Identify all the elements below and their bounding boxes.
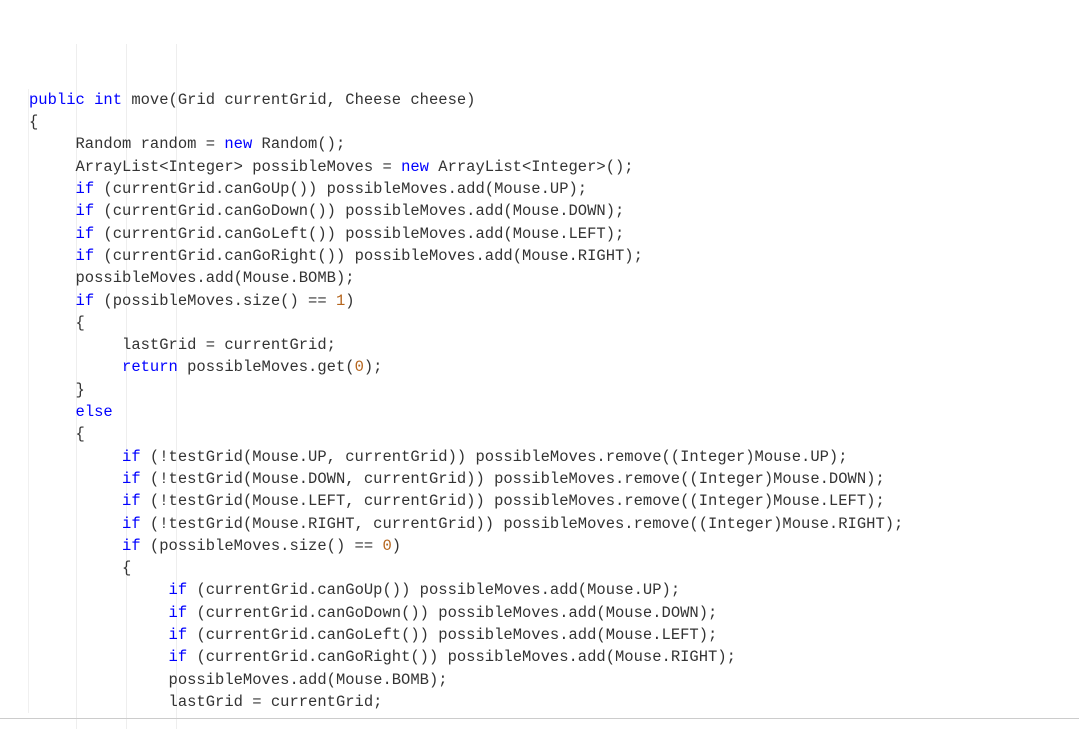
code-line: lastGrid = currentGrid; [28, 334, 1079, 356]
keyword-token: if [76, 225, 95, 243]
code-line: if (currentGrid.canGoLeft()) possibleMov… [28, 624, 1079, 646]
keyword-token: int [94, 91, 122, 109]
keyword-token: if [76, 247, 95, 265]
code-line: { [28, 312, 1079, 334]
code-line: if (!testGrid(Mouse.DOWN, currentGrid)) … [28, 468, 1079, 490]
keyword-token: if [169, 648, 188, 666]
code-line: possibleMoves.add(Mouse.BOMB); [28, 267, 1079, 289]
code-line: if (currentGrid.canGoRight()) possibleMo… [28, 646, 1079, 668]
code-line: public int move(Grid currentGrid, Cheese… [28, 89, 1079, 111]
code-line: if (currentGrid.canGoDown()) possibleMov… [28, 200, 1079, 222]
code-line: { [28, 111, 1079, 133]
keyword-token: return [122, 358, 178, 376]
code-editor-viewport: public int move(Grid currentGrid, Cheese… [0, 0, 1079, 736]
code-line: if (currentGrid.canGoUp()) possibleMoves… [28, 579, 1079, 601]
code-line: if (!testGrid(Mouse.UP, currentGrid)) po… [28, 446, 1079, 468]
keyword-token: if [122, 470, 141, 488]
code-line: possibleMoves.add(Mouse.BOMB); [28, 669, 1079, 691]
keyword-token: new [401, 158, 429, 176]
code-line: { [28, 423, 1079, 445]
keyword-token: if [76, 180, 95, 198]
code-line: if (possibleMoves.size() == 0) [28, 535, 1079, 557]
code-line: if (!testGrid(Mouse.RIGHT, currentGrid))… [28, 513, 1079, 535]
keyword-token: if [122, 537, 141, 555]
keyword-token: if [76, 202, 95, 220]
code-line: ArrayList<Integer> possibleMoves = new A… [28, 156, 1079, 178]
code-line: { [28, 557, 1079, 579]
number-token: 1 [336, 292, 345, 310]
keyword-token: if [122, 492, 141, 510]
keyword-token: if [76, 292, 95, 310]
code-line: } [28, 379, 1079, 401]
code-line: else [28, 401, 1079, 423]
keyword-token: public [29, 91, 85, 109]
number-token: 0 [382, 537, 391, 555]
number-token: 0 [355, 358, 364, 376]
code-line: lastGrid = currentGrid; [28, 691, 1079, 713]
code-line: return possibleMoves.get(0); [28, 356, 1079, 378]
keyword-token: if [122, 515, 141, 533]
keyword-token: else [76, 403, 113, 421]
code-line: if (!testGrid(Mouse.LEFT, currentGrid)) … [28, 490, 1079, 512]
keyword-token: if [122, 448, 141, 466]
code-line: if (possibleMoves.size() == 1) [28, 290, 1079, 312]
keyword-token: if [169, 626, 188, 644]
code-line: if (currentGrid.canGoLeft()) possibleMov… [28, 223, 1079, 245]
code-line: if (currentGrid.canGoRight()) possibleMo… [28, 245, 1079, 267]
bottom-border [0, 718, 1079, 719]
keyword-token: if [169, 581, 188, 599]
code-lines: public int move(Grid currentGrid, Cheese… [28, 89, 1079, 713]
code-line: if (currentGrid.canGoUp()) possibleMoves… [28, 178, 1079, 200]
code-line: if (currentGrid.canGoDown()) possibleMov… [28, 602, 1079, 624]
code-line: Random random = new Random(); [28, 133, 1079, 155]
keyword-token: if [169, 604, 188, 622]
keyword-token: new [224, 135, 252, 153]
